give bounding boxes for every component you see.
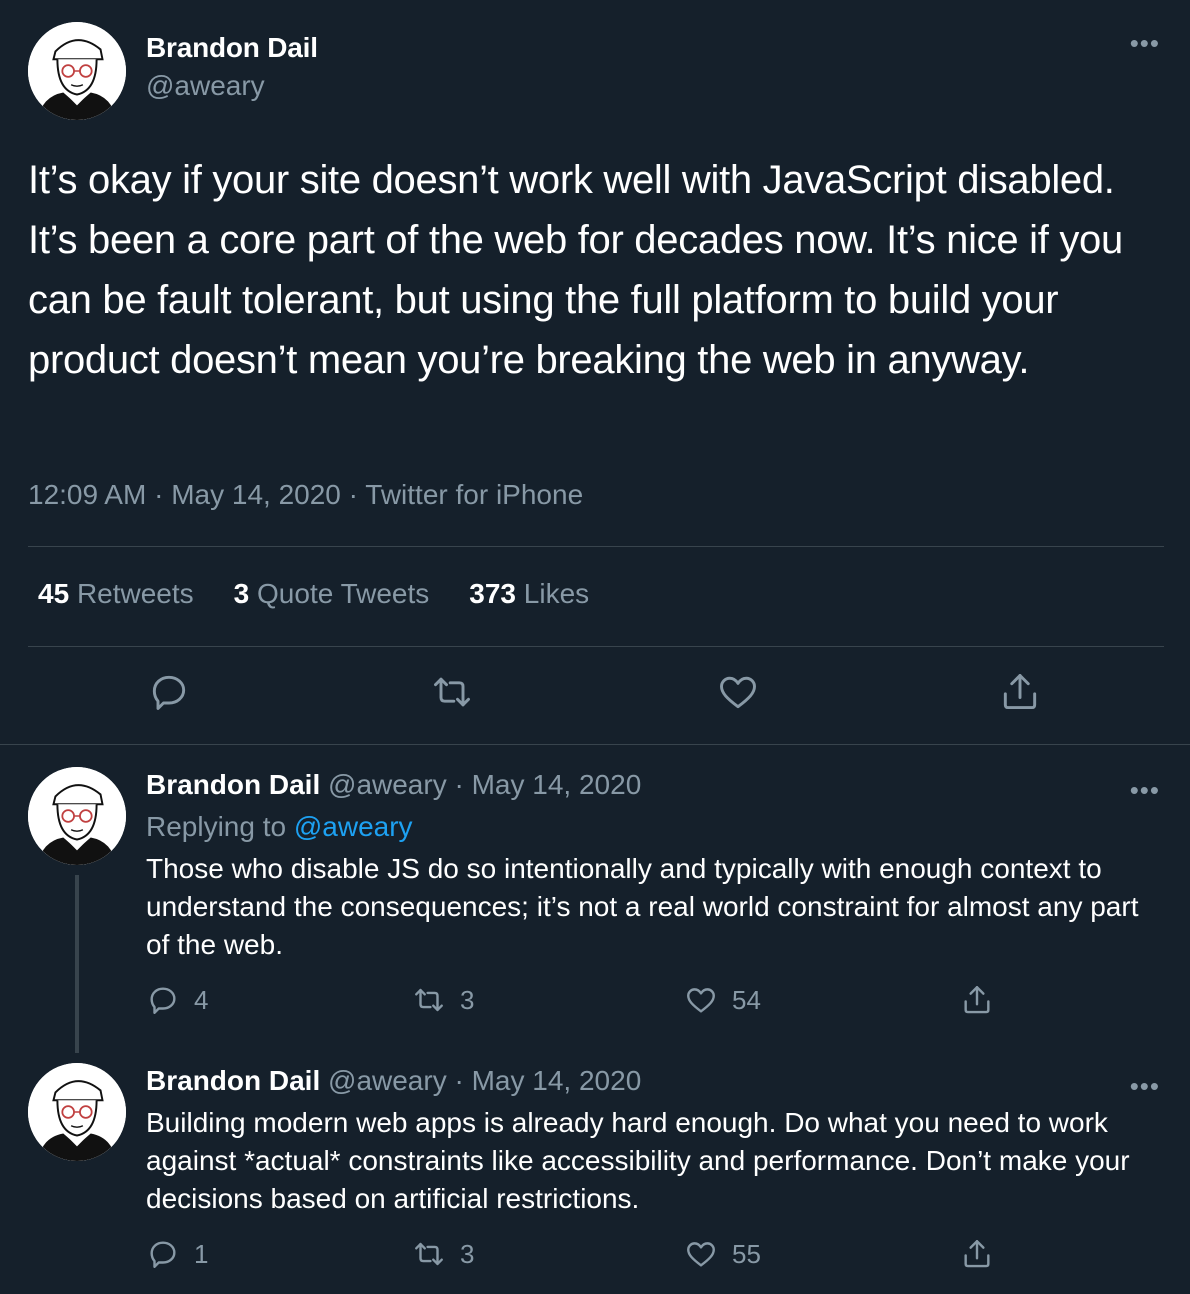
- reply-date[interactable]: May 14, 2020: [472, 769, 642, 800]
- author-handle[interactable]: @aweary: [328, 769, 447, 800]
- reply-count: 4: [194, 984, 209, 1015]
- replying-to: Replying to @aweary: [146, 811, 413, 843]
- reply-header: Brandon Dail @aweary · May 14, 2020: [146, 1065, 641, 1097]
- divider: [28, 546, 1164, 547]
- more-options-button[interactable]: •••: [1130, 1073, 1160, 1099]
- reply-actions: 1 3 55: [0, 1237, 1190, 1277]
- reply-date[interactable]: May 14, 2020: [472, 1065, 642, 1096]
- retweet-count: 3: [460, 984, 475, 1015]
- more-options-button[interactable]: •••: [1130, 777, 1160, 803]
- author-name[interactable]: Brandon Dail: [146, 1065, 320, 1096]
- share-icon: [964, 1240, 990, 1268]
- retweet-button[interactable]: 3: [412, 983, 474, 1017]
- more-options-button[interactable]: •••: [1130, 30, 1160, 56]
- like-icon[interactable]: [716, 670, 760, 714]
- header-separator: ·: [446, 769, 472, 800]
- avatar[interactable]: [28, 22, 126, 120]
- reply-text: Building modern web apps is already hard…: [146, 1107, 1130, 1214]
- divider: [28, 646, 1164, 647]
- replying-prefix: Replying to: [146, 811, 294, 842]
- avatar-illustration: [28, 767, 126, 865]
- share-icon[interactable]: [998, 670, 1042, 714]
- meta-separator: ·: [146, 479, 172, 510]
- retweet-icon: [415, 1242, 443, 1266]
- tweet-source[interactable]: Twitter for iPhone: [365, 479, 583, 510]
- retweets-label: Retweets: [76, 578, 194, 609]
- reply-icon: [150, 1241, 176, 1268]
- quotes-count: 3: [233, 578, 250, 609]
- avatar[interactable]: [28, 1063, 126, 1161]
- reply-text: Those who disable JS do so intentionally…: [146, 853, 1139, 960]
- tweet-actions: [0, 670, 1190, 726]
- tweet-time[interactable]: 12:09 AM: [28, 479, 146, 510]
- quotes-label: Quote Tweets: [257, 578, 430, 609]
- meta-separator: ·: [340, 479, 366, 510]
- retweet-button[interactable]: 3: [412, 1237, 474, 1271]
- tweet-stats: 45 Retweets 3 Quote Tweets 373 Likes: [38, 578, 589, 610]
- author-handle[interactable]: @aweary: [146, 70, 265, 102]
- retweets-count: 45: [38, 578, 70, 609]
- retweets-stat[interactable]: 45 Retweets: [38, 578, 194, 610]
- tweet-thread-page: Brandon Dail @aweary ••• It’s okay if yo…: [0, 0, 1190, 1294]
- retweet-icon: [415, 988, 443, 1012]
- like-icon: [687, 1242, 715, 1267]
- likes-stat[interactable]: 373 Likes: [469, 578, 589, 610]
- tweet-metadata: 12:09 AM · May 14, 2020 · Twitter for iP…: [28, 479, 583, 511]
- avatar-illustration: [28, 1063, 126, 1161]
- retweet-count: 3: [460, 1238, 475, 1269]
- quote-tweets-stat[interactable]: 3 Quote Tweets: [234, 578, 430, 610]
- author-name[interactable]: Brandon Dail: [146, 769, 320, 800]
- reply-actions: 4 3 54: [0, 983, 1190, 1023]
- main-tweet: Brandon Dail @aweary ••• It’s okay if yo…: [0, 0, 1190, 745]
- likes-label: Likes: [523, 578, 590, 609]
- thread-connector: [75, 875, 79, 1053]
- header-separator: ·: [446, 1065, 472, 1096]
- like-count: 55: [732, 1238, 761, 1269]
- like-count: 54: [732, 984, 761, 1015]
- reply-icon: [150, 987, 176, 1014]
- reply-tweet[interactable]: Brandon Dail @aweary · May 14, 2020 ••• …: [0, 1041, 1190, 1294]
- like-button[interactable]: 55: [684, 1237, 761, 1271]
- reply-button[interactable]: 1: [146, 1237, 208, 1271]
- likes-count: 373: [469, 578, 516, 609]
- author-handle[interactable]: @aweary: [328, 1065, 447, 1096]
- share-button[interactable]: [960, 1237, 994, 1271]
- reply-tweet[interactable]: Brandon Dail @aweary · May 14, 2020 ••• …: [0, 745, 1190, 1060]
- reply-button[interactable]: 4: [146, 983, 208, 1017]
- author-name[interactable]: Brandon Dail: [146, 32, 318, 64]
- retweet-icon[interactable]: [430, 670, 474, 714]
- avatar[interactable]: [28, 767, 126, 865]
- replying-handle-link[interactable]: @aweary: [294, 811, 413, 842]
- reply-count: 1: [194, 1238, 209, 1269]
- tweet-date[interactable]: May 14, 2020: [171, 479, 341, 510]
- reply-header: Brandon Dail @aweary · May 14, 2020: [146, 769, 641, 801]
- reply-icon[interactable]: [147, 670, 191, 714]
- like-icon: [687, 988, 715, 1013]
- tweet-text: It’s okay if your site doesn’t work well…: [28, 158, 1123, 382]
- share-icon: [964, 986, 990, 1014]
- avatar-illustration: [28, 22, 126, 120]
- like-button[interactable]: 54: [684, 983, 761, 1017]
- share-button[interactable]: [960, 983, 994, 1017]
